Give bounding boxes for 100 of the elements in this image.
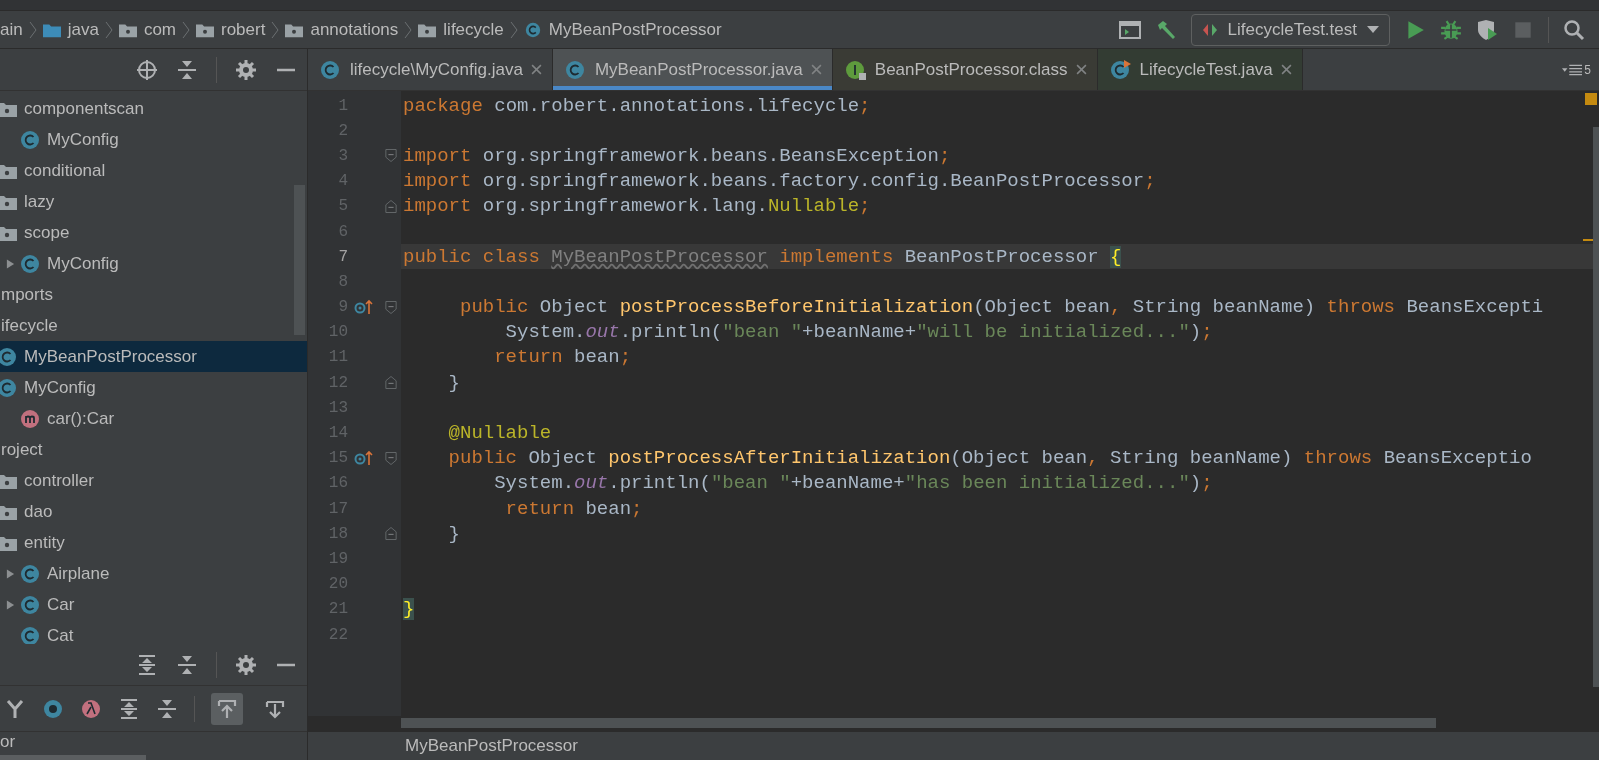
collapse-all-icon[interactable] (156, 697, 178, 720)
scroll-up-toggle[interactable] (211, 692, 243, 725)
tree-item[interactable]: lazy (0, 186, 307, 217)
interface-icon (844, 58, 867, 81)
expand-all-icon[interactable] (136, 653, 158, 676)
circle-icon[interactable] (42, 697, 64, 720)
tab-list-button[interactable]: 5 (1562, 49, 1599, 90)
scrollbar-thumb[interactable] (0, 755, 146, 760)
code-line: } (447, 371, 460, 394)
class-icon (20, 253, 40, 274)
fold-marker-icon[interactable] (384, 375, 397, 391)
fold-marker-icon[interactable] (384, 299, 397, 315)
hierarchy-icon[interactable] (4, 697, 26, 720)
tree-item[interactable]: MyBeanPostProcessor (0, 341, 307, 372)
arrow-up-icon (216, 697, 238, 720)
class-icon (564, 58, 587, 81)
settings-icon[interactable] (235, 58, 257, 81)
tree-item[interactable]: car():Car (0, 403, 307, 434)
terminal-icon[interactable] (1118, 18, 1141, 41)
class-icon (20, 594, 40, 615)
tree-item[interactable]: ifecycle (0, 310, 307, 341)
tree-item[interactable]: conditional (0, 155, 307, 186)
chevron-icon (404, 19, 413, 40)
code-line: return bean; (504, 497, 643, 520)
search-icon[interactable] (1563, 18, 1585, 41)
collapsed-arrow-icon[interactable] (5, 568, 15, 579)
tree-item[interactable]: controller (0, 465, 307, 496)
breadcrumb[interactable]: MyBeanPostProcessor (523, 19, 722, 40)
code-line: System.out.println("bean "+beanName+"will be initialized..."); (504, 321, 1213, 344)
tree-item[interactable]: Car (0, 589, 307, 620)
code-editor[interactable] (308, 91, 1599, 716)
tree-item[interactable]: mports (0, 279, 307, 310)
class-icon (20, 625, 40, 644)
collapse-all-icon[interactable] (176, 58, 198, 81)
breadcrumb[interactable]: lifecycle (418, 19, 504, 40)
class-icon (523, 21, 542, 38)
editor-tab[interactable]: MyBeanPostProcessor.java (552, 49, 833, 90)
tree-item[interactable]: entity (0, 527, 307, 558)
code-line: public class MyBeanPostProcessor implements BeanPostProcessor { (403, 245, 1122, 268)
test-class-icon (1109, 58, 1132, 81)
breadcrumb[interactable]: robert (196, 19, 266, 40)
class-icon (20, 129, 40, 150)
fold-marker-icon[interactable] (384, 450, 397, 466)
settings-icon[interactable] (235, 653, 257, 676)
scrollbar-thumb[interactable] (1593, 127, 1599, 687)
line-number: 7 (337, 246, 348, 268)
class-icon (0, 346, 17, 367)
tree-item[interactable]: MyConfig (0, 248, 307, 279)
code-line: public Object postProcessAfterInitialization(Object bean, String beanName) throws BeansExceptio (447, 447, 1532, 470)
tree-item[interactable]: dao (0, 496, 307, 527)
method-icon (20, 408, 40, 429)
warning-marker[interactable] (1585, 93, 1597, 105)
breadcrumb[interactable]: com (118, 19, 176, 40)
scrollbar-thumb[interactable] (401, 718, 1436, 728)
editor-tab[interactable]: BeanPostProcessor.class (832, 49, 1098, 90)
close-icon[interactable] (530, 64, 542, 75)
code-line: public Object postProcessBeforeInitialization(Object bean, String beanName) throws BeansExcepti (459, 296, 1544, 319)
code-line: System.out.println("bean "+beanName+"has been initialized..."); (493, 472, 1213, 495)
collapse-all-icon[interactable] (176, 653, 198, 676)
code-line: } (447, 522, 460, 545)
tree-item[interactable]: Cat (0, 620, 307, 644)
bug-icon[interactable] (1440, 18, 1462, 41)
tree-item[interactable]: Airplane (0, 558, 307, 589)
class-icon (0, 377, 17, 398)
locate-icon[interactable] (136, 58, 158, 81)
chevron-icon (271, 19, 280, 40)
collapsed-arrow-icon[interactable] (5, 599, 15, 610)
code-line: @Nullable (447, 422, 552, 445)
list-icon (1562, 63, 1583, 76)
override-marker-icon[interactable] (354, 450, 374, 467)
coverage-icon[interactable] (1476, 18, 1498, 41)
tree-item[interactable]: MyConfig (0, 372, 307, 403)
override-marker-icon[interactable] (354, 299, 374, 316)
breadcrumb[interactable]: java (42, 19, 99, 40)
close-icon[interactable] (1280, 64, 1292, 75)
code-line: import org.springframework.lang.Nullable; (403, 195, 871, 218)
editor-tab[interactable]: lifecycle\MyConfig.java (308, 49, 553, 90)
code-line: return bean; (493, 346, 632, 369)
tree-item[interactable]: scope (0, 217, 307, 248)
caret-icon (1367, 25, 1379, 34)
close-icon[interactable] (810, 64, 822, 75)
lambda-icon[interactable] (80, 697, 102, 720)
tree-item[interactable]: roject (0, 434, 307, 465)
class-icon (320, 58, 342, 81)
close-icon[interactable] (1075, 64, 1087, 75)
code-line: import org.springframework.beans.BeansException; (403, 144, 951, 167)
fold-marker-icon[interactable] (384, 526, 397, 542)
chevron-icon (104, 19, 113, 40)
panel-label: or (0, 732, 16, 752)
tree-item[interactable]: MyConfig (0, 124, 307, 155)
fold-marker-icon[interactable] (384, 198, 397, 214)
class-icon (20, 563, 40, 584)
tree-item[interactable]: componentscan (0, 93, 307, 124)
breadcrumb[interactable]: annotations (285, 19, 399, 40)
expand-all-icon[interactable] (118, 697, 140, 720)
fold-marker-icon[interactable] (384, 148, 397, 164)
breadcrumb[interactable]: ain (0, 19, 23, 40)
editor-tab[interactable]: LifecycleTest.java (1097, 49, 1303, 90)
run-configuration-dropdown[interactable]: LifecycleTest.test (1190, 13, 1390, 46)
collapsed-arrow-icon[interactable] (5, 258, 15, 269)
